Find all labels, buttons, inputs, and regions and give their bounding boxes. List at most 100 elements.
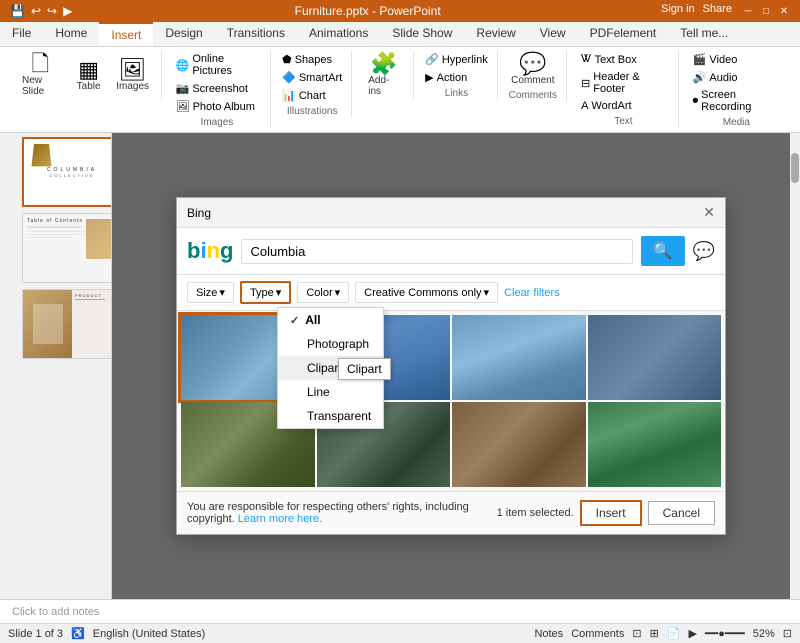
creative-commons-filter-button[interactable]: Creative Commons only ▾	[355, 282, 498, 303]
type-chevron-icon: ▾	[276, 286, 282, 299]
headerfooter-button[interactable]: ⊟ Header & Footer	[577, 69, 670, 97]
textbox-button[interactable]: Ꮤ Text Box	[577, 51, 670, 68]
slide-thumb-1[interactable]: COLUMBIA COLLECTIVE	[22, 137, 112, 207]
fit-slide-icon[interactable]: ⊡	[783, 627, 792, 640]
tab-review[interactable]: Review	[464, 22, 527, 46]
window-title: Furniture.pptx - PowerPoint	[74, 4, 661, 18]
dropdown-item-line[interactable]: Line	[278, 380, 383, 404]
size-filter-button[interactable]: Size ▾	[187, 282, 234, 303]
dropdown-item-transparent[interactable]: Transparent	[278, 404, 383, 428]
color-filter-label: Color	[306, 287, 332, 299]
title-bar: 💾 ↩ ↪ ▶ Furniture.pptx - PowerPoint Sign…	[0, 0, 800, 22]
signin-link[interactable]: Sign in	[661, 3, 695, 19]
ribbon-group-images: 🌐 Online Pictures 📷 Screenshot 🖼 Photo A…	[164, 51, 272, 128]
clipart-tooltip: Clipart	[338, 358, 391, 380]
tab-view[interactable]: View	[528, 22, 578, 46]
color-filter-button[interactable]: Color ▾	[297, 282, 349, 303]
size-chevron-icon: ▾	[219, 286, 225, 299]
type-filter-button[interactable]: Type ▾	[240, 281, 291, 304]
slide-count: Slide 1 of 3	[8, 628, 63, 640]
image-cell-4[interactable]	[588, 315, 722, 400]
footer-buttons: 1 item selected. Insert Cancel	[497, 500, 715, 526]
new-slide-button[interactable]: 🗋 New Slide	[16, 51, 65, 99]
slide-thumb-3[interactable]: PRODUCT	[22, 289, 112, 359]
slide-1-container: 1 COLUMBIA COLLECTIVE	[4, 137, 107, 207]
language-indicator: English (United States)	[93, 628, 206, 640]
chat-icon[interactable]: 💬	[693, 241, 715, 262]
table-button[interactable]: ▦ Table	[69, 57, 109, 94]
view-reading-icon[interactable]: 📄	[667, 627, 681, 640]
view-slide-sorter-icon[interactable]: ⊞	[650, 627, 659, 640]
image-cell-3[interactable]	[452, 315, 586, 400]
redo-button[interactable]: ↪	[45, 2, 59, 20]
chart-button[interactable]: 📊 Chart	[278, 87, 346, 104]
view-presenter-icon[interactable]: ▶	[689, 627, 697, 640]
tab-home[interactable]: Home	[43, 22, 99, 46]
dialog-header: Bing ✕	[177, 198, 725, 228]
tab-animations[interactable]: Animations	[297, 22, 380, 46]
minimize-button[interactable]: ─	[740, 3, 756, 19]
cancel-button[interactable]: Cancel	[648, 501, 715, 525]
dropdown-item-all[interactable]: ✓ All	[278, 308, 383, 332]
addins-button[interactable]: 🧩 Add-ins	[362, 51, 405, 99]
audio-button[interactable]: 🔊 Audio	[689, 69, 784, 86]
ribbon-group-text: Ꮤ Text Box ⊟ Header & Footer A WordArt T…	[569, 51, 679, 127]
notes-button[interactable]: Notes	[534, 628, 563, 640]
view-normal-icon[interactable]: ⊡	[632, 627, 641, 640]
creative-commons-label: Creative Commons only	[364, 287, 481, 299]
text-group-label: Text	[614, 116, 632, 127]
slide-3-container: 3 PRODUCT	[4, 289, 107, 359]
video-button[interactable]: 🎬 Video	[689, 51, 784, 68]
dropdown-item-photograph[interactable]: Photograph	[278, 332, 383, 356]
dialog-close-button[interactable]: ✕	[703, 204, 715, 221]
image-cell-8[interactable]	[588, 402, 722, 487]
smartart-button[interactable]: 🔷 SmartArt	[278, 69, 346, 86]
online-pictures-button[interactable]: 🌐 Online Pictures	[172, 51, 263, 79]
type-dropdown-menu: ✓ All Photograph Clipart Clipart	[277, 307, 384, 429]
wordart-button[interactable]: A WordArt	[577, 98, 670, 114]
tab-tellme[interactable]: Tell me...	[668, 22, 740, 46]
comments-group-label: Comments	[509, 90, 557, 101]
maximize-button[interactable]: □	[758, 3, 774, 19]
tab-insert[interactable]: Insert	[99, 22, 153, 46]
vertical-scrollbar[interactable]	[790, 133, 800, 599]
image-cell-7[interactable]	[452, 402, 586, 487]
undo-button[interactable]: ↩	[29, 2, 43, 20]
search-button[interactable]: 🔍	[641, 236, 685, 266]
insert-button[interactable]: Insert	[580, 500, 642, 526]
size-filter-label: Size	[196, 287, 217, 299]
tab-pdfelement[interactable]: PDFelement	[578, 22, 669, 46]
comment-button[interactable]: 💬 Comment	[505, 51, 560, 88]
slides-group-items: 🗋 New Slide ▦ Table 🖼 Images	[16, 51, 153, 99]
share-btn[interactable]: Share	[703, 3, 732, 19]
media-small-group: 🎬 Video 🔊 Audio ⏺ Screen Recording	[689, 51, 784, 115]
tab-design[interactable]: Design	[153, 22, 214, 46]
notes-bar[interactable]: Click to add notes	[0, 599, 800, 623]
learn-more-link[interactable]: Learn more here.	[238, 513, 322, 525]
notes-placeholder: Click to add notes	[12, 606, 99, 618]
photo-album-button[interactable]: 🖼 Photo Album	[172, 98, 263, 115]
screenshot-button[interactable]: 📷 Screenshot	[172, 80, 263, 97]
close-button[interactable]: ✕	[776, 3, 792, 19]
slide-thumb-2[interactable]: Table of Contents	[22, 213, 112, 283]
bing-search-bar: bing 🔍 💬	[177, 228, 725, 275]
save-button[interactable]: 💾	[8, 2, 27, 20]
tab-transitions[interactable]: Transitions	[215, 22, 297, 46]
hyperlink-button[interactable]: 🔗 Hyperlink	[421, 51, 492, 68]
all-check-icon: ✓	[290, 314, 299, 327]
zoom-slider[interactable]: ━━●━━━	[705, 627, 745, 640]
images-button[interactable]: 🖼 Images	[113, 57, 153, 94]
ribbon: File Home Insert Design Transitions Anim…	[0, 22, 800, 133]
present-button[interactable]: ▶	[61, 2, 74, 20]
tab-file[interactable]: File	[0, 22, 43, 46]
tab-slideshow[interactable]: Slide Show	[380, 22, 464, 46]
comments-button[interactable]: Comments	[571, 628, 624, 640]
search-input[interactable]	[250, 244, 623, 259]
shapes-button[interactable]: ⬟ Shapes	[278, 51, 346, 68]
scrollbar-thumb[interactable]	[791, 153, 799, 183]
clear-filters-link[interactable]: Clear filters	[504, 287, 560, 299]
canvas-area: COLUMBIA COLLECTIVE LOOKBOOK 2019 Bing ✕…	[112, 133, 790, 599]
action-button[interactable]: ▶ Action	[421, 69, 492, 86]
screen-recording-button[interactable]: ⏺ Screen Recording	[689, 87, 784, 115]
dropdown-item-clipart[interactable]: Clipart Clipart	[278, 356, 383, 380]
